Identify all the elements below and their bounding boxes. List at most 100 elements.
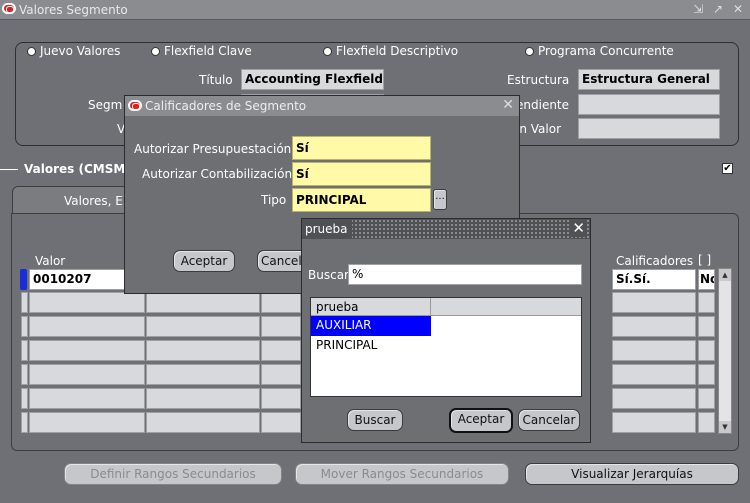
prueba-dialog-title: prueba bbox=[302, 219, 352, 239]
grid-cell[interactable] bbox=[21, 316, 28, 337]
titulo-label: Título bbox=[199, 73, 233, 87]
grid-cell[interactable] bbox=[146, 316, 260, 337]
grid-cell[interactable] bbox=[29, 388, 145, 409]
grid-cell[interactable] bbox=[21, 412, 28, 433]
grid-cell[interactable] bbox=[698, 340, 715, 361]
radio-flexfield-descriptivo[interactable]: Flexfield Descriptivo bbox=[323, 44, 458, 58]
values-section-title: Valores (CMSM_ bbox=[24, 162, 132, 176]
dependiente-label: endiente bbox=[516, 98, 570, 112]
grid-cell[interactable] bbox=[29, 292, 145, 313]
dependiente-field[interactable] bbox=[578, 94, 720, 115]
grid-cell[interactable] bbox=[29, 316, 145, 337]
grid-cell[interactable] bbox=[612, 412, 696, 433]
minimize-icon[interactable]: ⇲ bbox=[693, 2, 706, 16]
visualizar-jerarquias-button[interactable]: Visualizar Jerarquías bbox=[525, 463, 739, 485]
calificadores-dialog-titlebar: Calificadores de Segmento ✕ bbox=[125, 96, 519, 116]
prueba-dialog-titlebar: prueba ✕ bbox=[302, 219, 590, 239]
presupuestacion-label: Autorizar Presupuestación bbox=[134, 142, 292, 156]
close-icon[interactable]: ✕ bbox=[733, 2, 746, 16]
prueba-list[interactable]: prueba AUXILIAR PRINCIPAL bbox=[310, 297, 582, 397]
grid-cell[interactable] bbox=[29, 364, 145, 385]
buscar-label: Buscar bbox=[308, 268, 349, 282]
grid-cell[interactable] bbox=[21, 364, 28, 385]
calificadores-cell[interactable]: Sí.Sí. bbox=[612, 269, 696, 290]
calificadores-dialog-title: Calificadores de Segmento bbox=[145, 99, 307, 113]
grid-cell[interactable] bbox=[146, 292, 260, 313]
list-item[interactable]: PRINCIPAL bbox=[311, 336, 431, 356]
vertical-scrollbar[interactable]: ▲ ▼ bbox=[718, 268, 732, 434]
grid-cell[interactable] bbox=[612, 388, 696, 409]
section-line bbox=[0, 169, 18, 170]
radio-flexfield-clave[interactable]: Flexfield Clave bbox=[151, 44, 252, 58]
grid-cell[interactable] bbox=[261, 340, 301, 361]
grid-cell[interactable] bbox=[146, 364, 260, 385]
last-column-cell[interactable]: No bbox=[698, 269, 715, 290]
contabilizacion-field[interactable]: Sí bbox=[292, 162, 431, 186]
radio-icon bbox=[525, 47, 534, 56]
valor-column-header: Valor bbox=[35, 254, 66, 268]
radio-juevo-valores[interactable]: Juevo Valores bbox=[27, 44, 120, 58]
grid-cell[interactable] bbox=[612, 316, 696, 337]
window-titlebar: Valores Segmento ⇲ ↗ ✕ bbox=[0, 0, 750, 20]
close-icon[interactable]: ✕ bbox=[570, 219, 587, 237]
folder-brackets[interactable]: [ ] bbox=[698, 253, 711, 267]
grid-cell[interactable] bbox=[698, 388, 715, 409]
grid-cell[interactable] bbox=[21, 388, 28, 409]
prueba-buscar-button[interactable]: Buscar bbox=[347, 409, 403, 431]
radio-icon bbox=[323, 47, 332, 56]
radio-programa-concurrente[interactable]: Programa Concurrente bbox=[525, 44, 674, 58]
grid-cell[interactable] bbox=[261, 292, 301, 313]
radio-icon bbox=[151, 47, 160, 56]
grid-cell[interactable] bbox=[146, 412, 260, 433]
segmento-label: Segm bbox=[88, 98, 123, 112]
prueba-cancelar-button[interactable]: Cancelar bbox=[518, 409, 580, 431]
tipo-lov-button[interactable]: ... bbox=[433, 189, 447, 210]
grid-cell[interactable] bbox=[29, 340, 145, 361]
tipo-label: Tipo bbox=[261, 193, 287, 207]
scroll-down-icon[interactable]: ▼ bbox=[719, 421, 731, 433]
buscar-input[interactable]: % bbox=[348, 264, 582, 285]
oracle-logo-icon bbox=[2, 3, 16, 14]
tipo-field[interactable]: PRINCIPAL bbox=[292, 188, 431, 212]
definir-rangos-button[interactable]: Definir Rangos Secundarios bbox=[64, 463, 282, 485]
prueba-aceptar-button[interactable]: Aceptar bbox=[449, 408, 513, 433]
grid-cell[interactable] bbox=[612, 340, 696, 361]
grid-cell[interactable] bbox=[612, 364, 696, 385]
current-record-indicator[interactable] bbox=[20, 269, 27, 290]
scroll-up-icon[interactable]: ▲ bbox=[719, 269, 731, 281]
grid-cell[interactable] bbox=[261, 412, 301, 433]
grid-cell[interactable] bbox=[612, 292, 696, 313]
mover-rangos-button[interactable]: Mover Rangos Secundarios bbox=[295, 463, 509, 485]
grid-cell[interactable] bbox=[146, 340, 260, 361]
conjunto-valor-field[interactable] bbox=[578, 118, 720, 139]
grid-cell[interactable] bbox=[698, 412, 715, 433]
window-title: Valores Segmento bbox=[19, 3, 128, 17]
maximize-icon[interactable]: ↗ bbox=[713, 2, 726, 16]
grid-cell[interactable] bbox=[698, 316, 715, 337]
section-checkbox[interactable]: ✔ bbox=[722, 163, 733, 174]
grid-cell[interactable] bbox=[21, 340, 28, 361]
prueba-list-header: prueba bbox=[311, 298, 581, 316]
calificadores-column-header: Calificadores bbox=[616, 254, 694, 268]
grid-cell[interactable] bbox=[146, 388, 260, 409]
grid-cell[interactable] bbox=[261, 388, 301, 409]
calificadores-aceptar-button[interactable]: Aceptar bbox=[173, 250, 235, 272]
contabilizacion-label: Autorizar Contabilización bbox=[142, 167, 293, 181]
prueba-column-header[interactable]: prueba bbox=[311, 298, 431, 316]
grid-cell[interactable] bbox=[29, 412, 145, 433]
titulo-field[interactable]: Accounting Flexfield bbox=[241, 69, 384, 90]
estructura-field[interactable]: Estructura General bbox=[578, 69, 720, 90]
grid-cell[interactable] bbox=[261, 364, 301, 385]
tab-valores-label: Valores, E bbox=[64, 194, 123, 208]
list-item[interactable]: AUXILIAR bbox=[311, 316, 431, 336]
grid-cell[interactable] bbox=[698, 364, 715, 385]
presupuestacion-field[interactable]: Sí bbox=[292, 136, 431, 160]
estructura-label: Estructura bbox=[507, 73, 570, 87]
grid-cell[interactable] bbox=[698, 292, 715, 313]
oracle-logo-icon bbox=[128, 100, 142, 111]
window-controls: ⇲ ↗ ✕ bbox=[693, 2, 746, 16]
close-icon[interactable]: ✕ bbox=[502, 97, 514, 113]
calificadores-cancelar-button[interactable]: Cancel bbox=[257, 250, 302, 272]
grid-cell[interactable] bbox=[21, 292, 28, 313]
grid-cell[interactable] bbox=[261, 316, 301, 337]
